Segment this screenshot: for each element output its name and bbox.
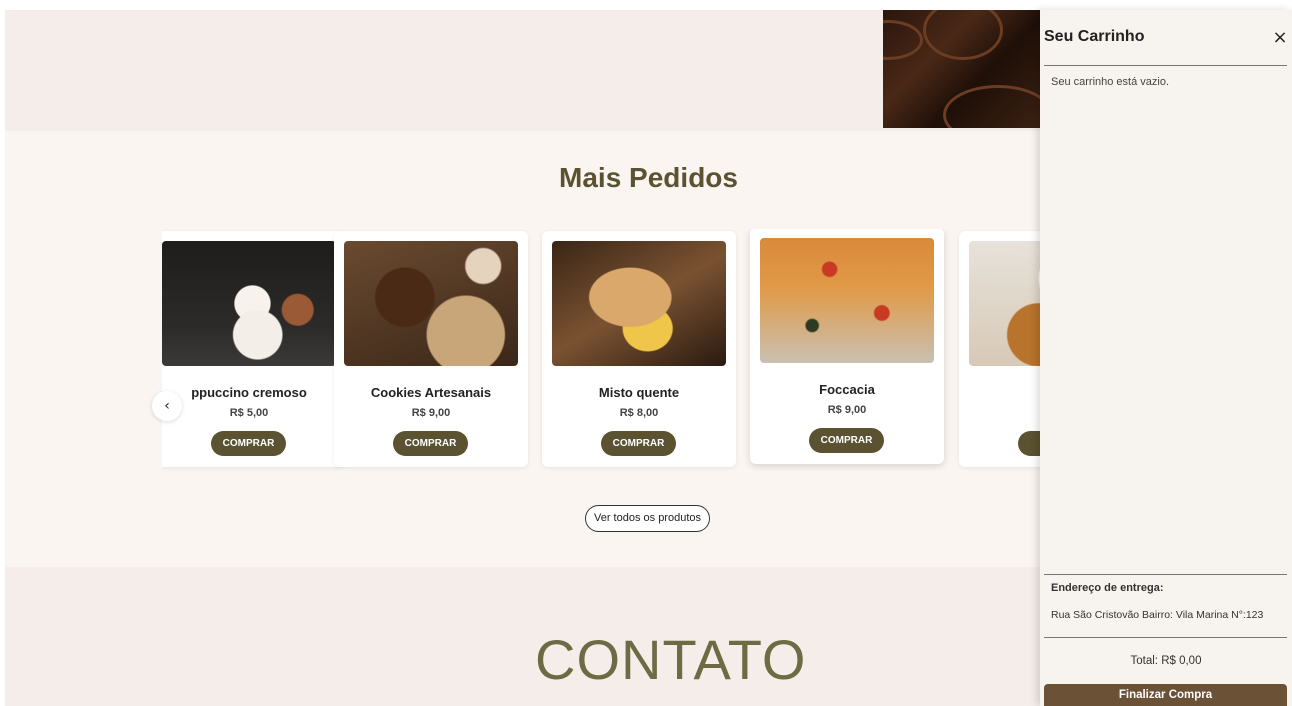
carousel-prev-icon[interactable]: ‹ [152,391,182,421]
product-name: Misto quente [598,385,680,400]
product-carousel: ppuccino cremoso R$ 5,00 COMPRAR Cookies… [162,229,1040,471]
buy-button[interactable]: COMPRAR [393,431,468,456]
product-name: Foccacia [819,382,875,397]
divider [1044,574,1287,575]
product-name: Cookies Artesanais [370,385,492,400]
product-price: R$ 9,00 [827,404,867,416]
product-price: R$ 5,00 [229,407,269,419]
close-icon[interactable]: × [1270,28,1290,48]
cart-sidebar: Seu Carrinho × Seu carrinho está vazio. … [1040,10,1292,706]
product-price: R$ 9,00 [411,407,451,419]
buy-button[interactable]: COMPRAR [211,431,286,456]
hero-cafe-image [883,10,1043,128]
waffle-image [969,241,1040,366]
address-label: Endereço de entrega: [1051,582,1164,594]
product-card: Foccacia R$ 9,00 COMPRAR [750,229,944,464]
buy-button[interactable]: COMPRAR [809,428,884,453]
product-name: W [959,385,1040,400]
cookies-image [344,241,518,366]
cart-title: Seu Carrinho [1044,28,1145,45]
product-name: ppuccino cremoso [191,385,307,400]
product-card: ppuccino cremoso R$ 5,00 COMPRAR [162,231,346,467]
product-card: Cookies Artesanais R$ 9,00 COMPRAR [334,231,528,467]
checkout-button[interactable]: Finalizar Compra [1044,684,1287,706]
foccacia-image [760,238,934,363]
divider [1044,65,1287,66]
buy-button[interactable]: COMPRAR [601,431,676,456]
product-card: Misto quente R$ 8,00 COMPRAR [542,231,736,467]
contact-title: CONTATO [535,628,807,691]
product-price: R [959,407,1040,419]
cart-empty-message: Seu carrinho está vazio. [1051,76,1170,88]
buy-button[interactable]: CO [1018,431,1040,456]
divider [1044,637,1287,638]
view-all-products-button[interactable]: Ver todos os produtos [585,505,710,532]
delivery-address: Rua São Cristovão Bairro: Vila Marina N°… [1051,609,1264,621]
cappuccino-image [162,241,336,366]
product-card: W R CO [959,231,1040,467]
misto-quente-image [552,241,726,366]
product-price: R$ 8,00 [619,407,659,419]
cart-total: Total: R$ 0,00 [1130,655,1202,667]
